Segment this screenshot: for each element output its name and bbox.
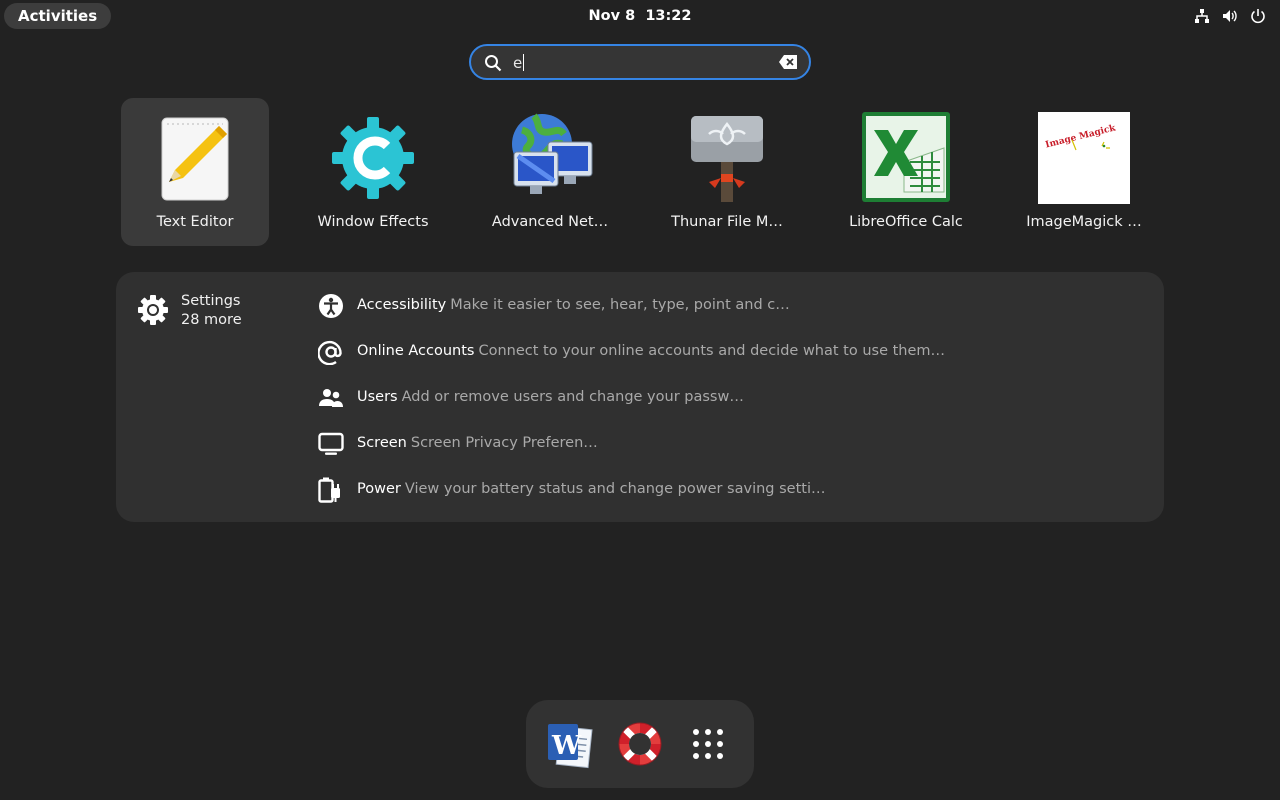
clock-time: 13:22 <box>645 8 692 24</box>
dash-show-apps[interactable] <box>682 718 734 770</box>
at-sign-icon <box>318 340 342 365</box>
search-entry[interactable]: e <box>469 44 811 80</box>
result-title: Power <box>357 481 401 497</box>
clock-date: Nov 8 <box>588 8 636 24</box>
clock-button[interactable]: Nov 8 13:22 <box>589 8 692 24</box>
word-document-icon: W <box>548 724 593 769</box>
result-screen[interactable]: Screen Screen Privacy Preferen… <box>318 429 1138 457</box>
search-icon <box>485 55 502 72</box>
app-label: LibreOffice Calc <box>849 214 963 230</box>
power-icon[interactable] <box>1250 8 1266 24</box>
accessibility-icon <box>319 294 343 318</box>
monitor-icon <box>318 432 344 455</box>
result-users[interactable]: Users Add or remove users and change your… <box>318 383 1138 411</box>
result-description: View your battery status and change powe… <box>404 481 826 497</box>
top-bar: Activities Nov 8 13:22 <box>0 0 1280 32</box>
provider-more-count: 28 more <box>181 312 242 328</box>
volume-icon[interactable] <box>1222 8 1238 24</box>
result-description: Add or remove users and change your pass… <box>401 389 744 405</box>
libreoffice-calc-icon <box>862 112 950 202</box>
system-tray[interactable] <box>1194 7 1266 25</box>
app-thunar-file-manager[interactable]: Thunar File M… <box>653 98 801 246</box>
text-cursor <box>523 54 525 71</box>
search-query: e <box>513 54 523 72</box>
result-title: Online Accounts <box>357 343 475 359</box>
network-icon[interactable] <box>1194 8 1210 24</box>
app-text-editor[interactable]: Text Editor <box>121 98 269 246</box>
result-title: Accessibility <box>357 297 447 313</box>
advanced-network-icon <box>512 113 593 194</box>
svg-text:W: W <box>551 731 582 761</box>
app-imagemagick[interactable]: Image Magick ImageMagick … <box>1010 98 1158 246</box>
dash: W <box>526 700 754 788</box>
result-description: Screen Privacy Preferen… <box>410 435 598 451</box>
app-label: Advanced Net… <box>491 214 609 230</box>
result-title: Users <box>357 389 398 405</box>
dash-help[interactable] <box>614 718 666 770</box>
battery-plug-icon <box>318 477 340 503</box>
provider-name[interactable]: Settings <box>181 292 240 311</box>
window-effects-icon <box>332 117 414 199</box>
app-label: Text Editor <box>156 214 234 230</box>
clock: Nov 8 13:22 <box>0 7 1280 25</box>
result-accessibility[interactable]: Accessibility Make it easier to see, hear… <box>318 291 1138 319</box>
search-input[interactable]: e <box>513 53 525 73</box>
clear-search-icon[interactable] <box>779 55 797 69</box>
app-label: ImageMagick … <box>1026 214 1142 230</box>
result-title: Screen <box>357 435 407 451</box>
show-apps-grid-icon <box>693 729 723 759</box>
activities-button[interactable]: Activities <box>4 3 112 29</box>
text-editor-icon <box>161 117 229 201</box>
dash-word-document[interactable]: W <box>544 718 596 770</box>
settings-gear-icon[interactable] <box>137 294 169 326</box>
app-advanced-network[interactable]: Advanced Net… <box>476 98 624 246</box>
app-libreoffice-calc[interactable]: LibreOffice Calc <box>832 98 980 246</box>
app-label: Window Effects <box>317 214 429 230</box>
settings-results-panel: Settings 28 more Accessibility Make it ea… <box>116 272 1164 522</box>
result-description: Make it easier to see, hear, type, point… <box>450 297 790 313</box>
thunar-file-manager-icon <box>691 116 763 202</box>
app-label: Thunar File M… <box>671 214 783 230</box>
result-online-accounts[interactable]: Online Accounts Connect to your online ac… <box>318 337 1138 365</box>
imagemagick-icon: Image Magick <box>1038 112 1130 204</box>
result-power[interactable]: Power View your battery status and change… <box>318 475 1138 503</box>
result-description: Connect to your online accounts and deci… <box>478 343 946 359</box>
app-window-effects[interactable]: Window Effects <box>299 98 447 246</box>
users-icon <box>319 389 343 407</box>
help-lifebuoy-icon <box>618 722 662 766</box>
